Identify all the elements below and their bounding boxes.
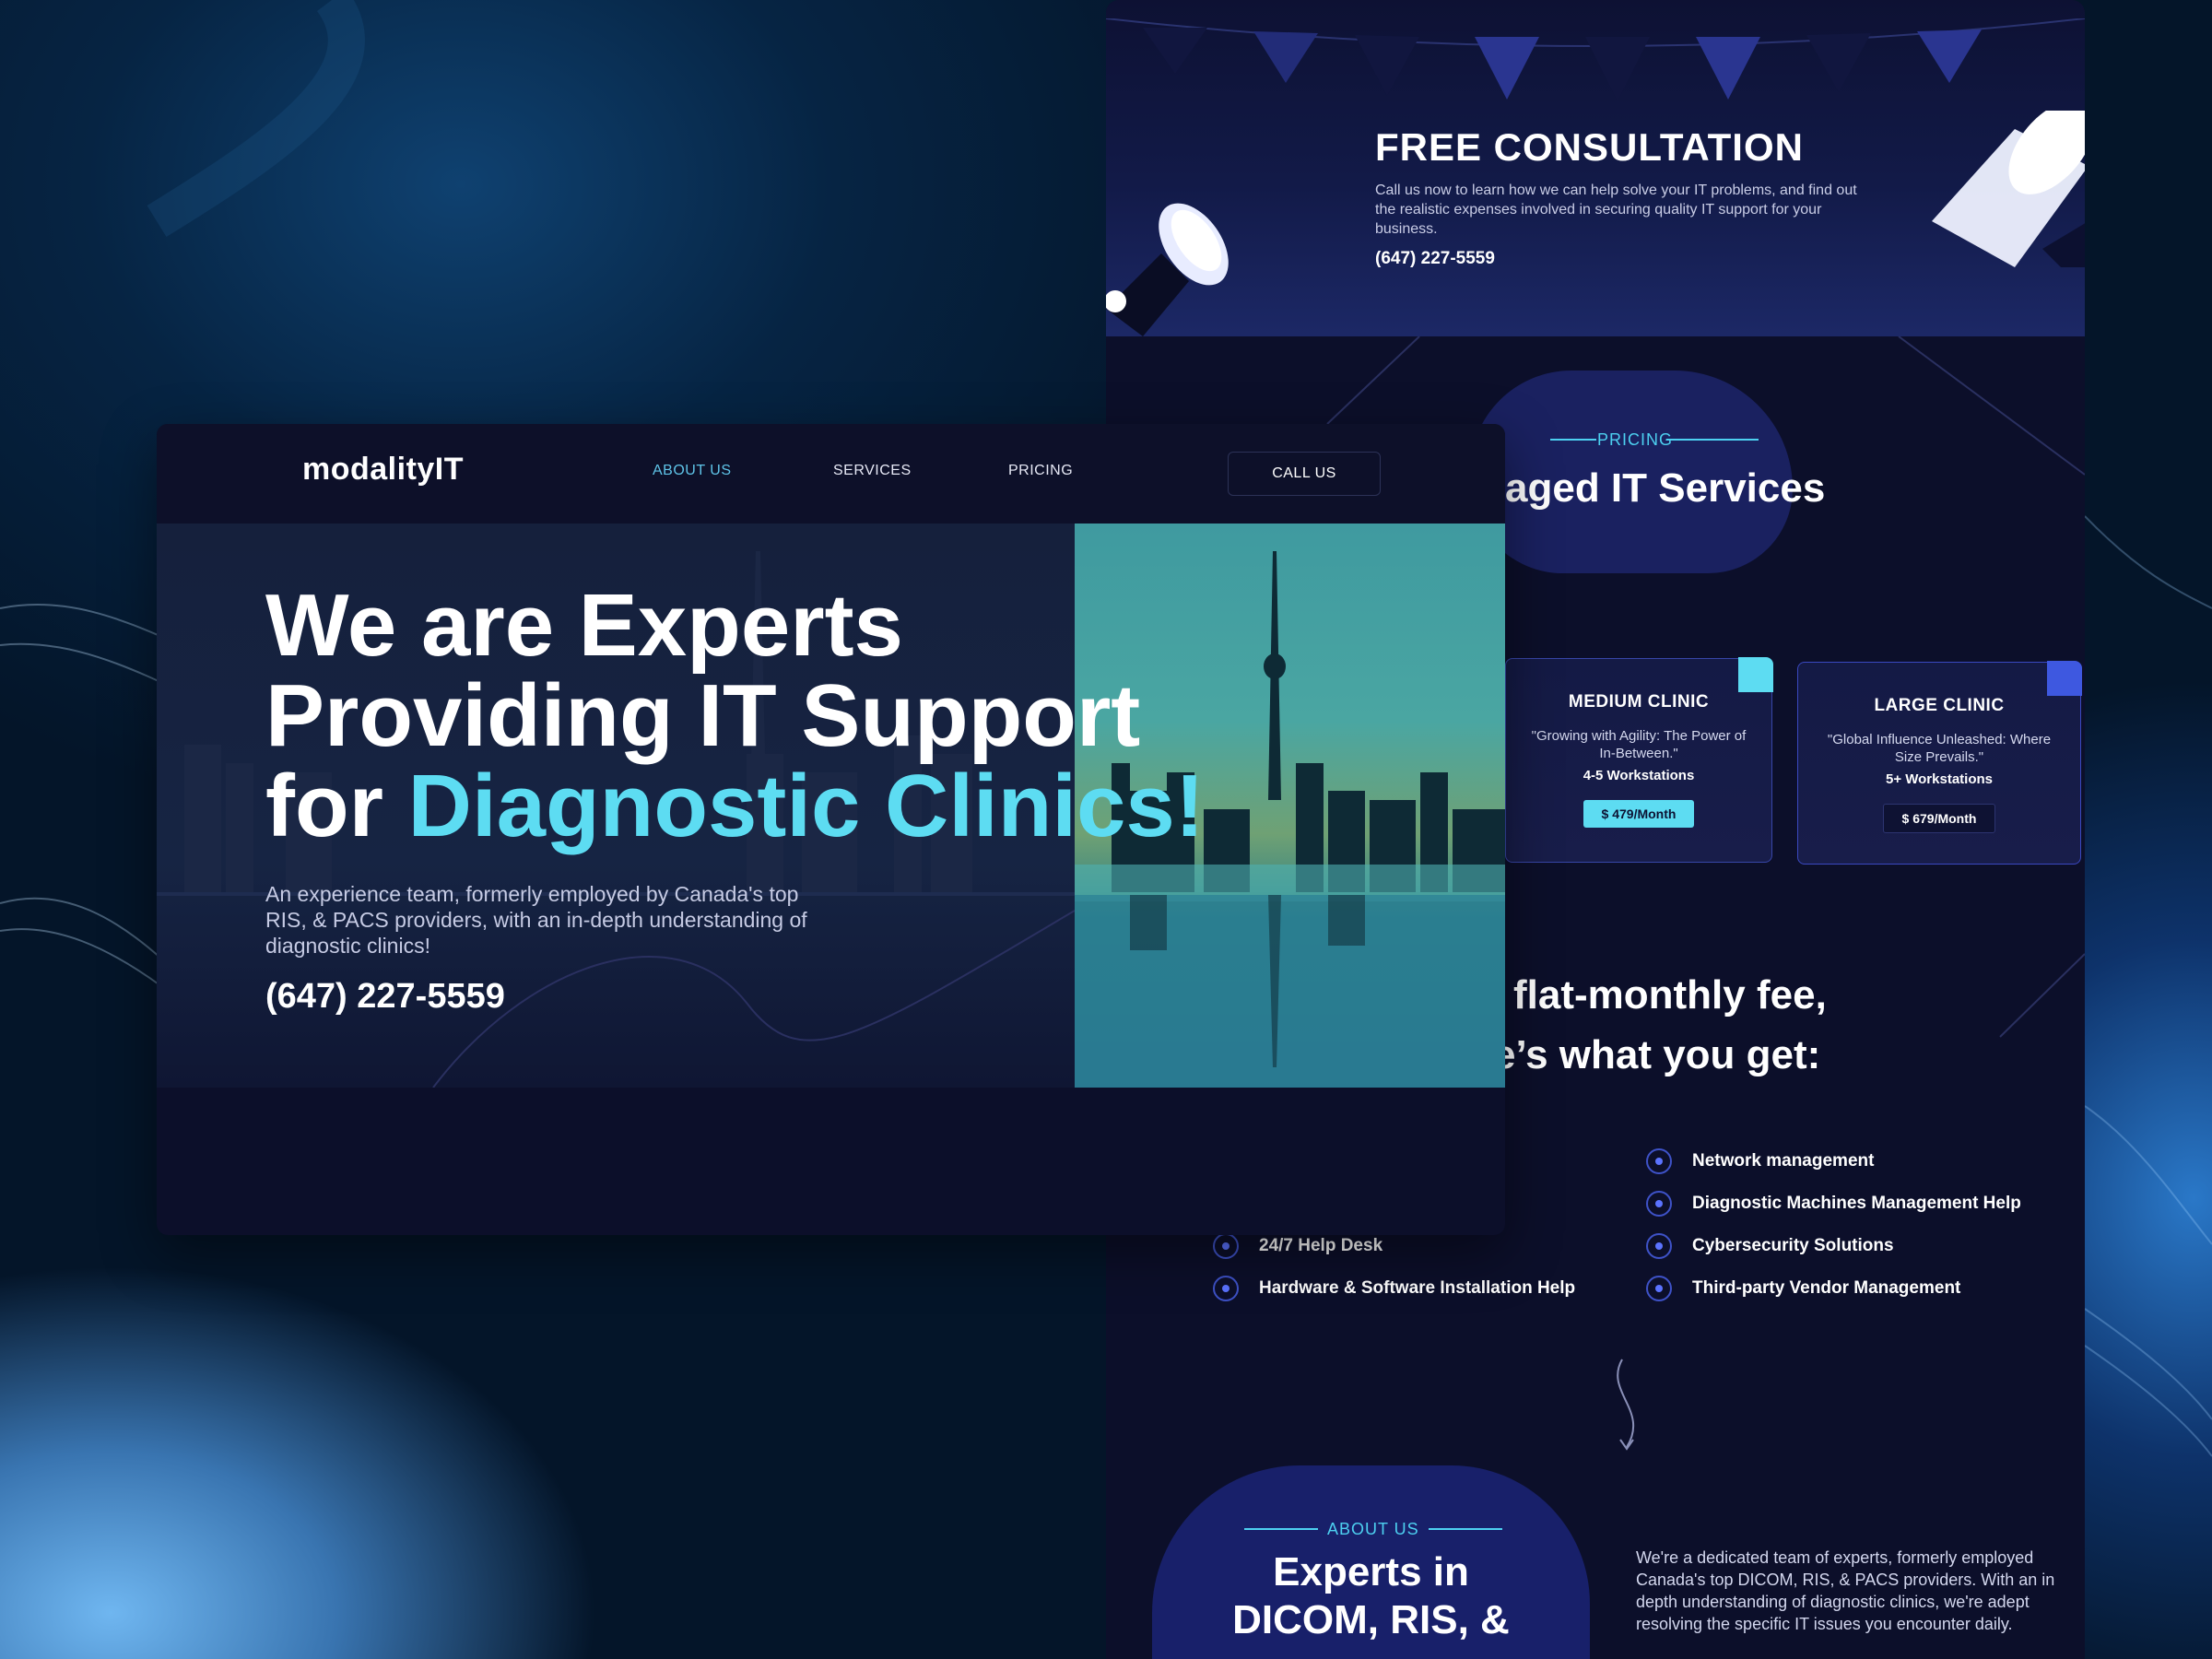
nav-link-about[interactable]: ABOUT US [653, 463, 732, 479]
bullet-icon [1213, 1276, 1239, 1301]
nav-link-pricing[interactable]: PRICING [1008, 463, 1073, 479]
plan-quote: "Growing with Agility: The Power of In-B… [1531, 728, 1747, 761]
fee-heading-line2: e’s what you get: [1493, 1032, 1821, 1077]
consultation-title: FREE CONSULTATION [1375, 125, 1804, 169]
bullet-icon [1646, 1276, 1672, 1301]
pricing-card-large[interactable]: LARGE CLINIC "Global Influence Unleashed… [1797, 661, 2082, 865]
feature-item: Hardware & Software Installation Help [1213, 1276, 1575, 1301]
pricing-card-medium[interactable]: MEDIUM CLINIC "Growing with Agility: The… [1505, 657, 1773, 863]
plan-price-button[interactable]: $ 679/Month [1882, 804, 1996, 833]
eyebrow-line [1244, 1528, 1318, 1530]
plan-name: MEDIUM CLINIC [1568, 692, 1710, 712]
landing-page-front: modalityIT ABOUT US SERVICES PRICING CAL… [157, 424, 1505, 1235]
consultation-phone[interactable]: (647) 227-5559 [1375, 249, 1495, 269]
plan-workstations: 4-5 Workstations [1583, 768, 1695, 783]
bullet-icon [1646, 1233, 1672, 1259]
nav-link-services[interactable]: SERVICES [833, 463, 912, 479]
hero-subtitle: An experience team, formerly employed by… [265, 882, 807, 958]
feature-item: Cybersecurity Solutions [1646, 1233, 1894, 1259]
feature-item: Diagnostic Machines Management Help [1646, 1191, 2021, 1217]
plan-workstations: 5+ Workstations [1885, 771, 1993, 787]
eyebrow-line [1666, 439, 1759, 441]
about-text: We're a dedicated team of experts, forme… [1636, 1548, 2055, 1633]
plan-name: LARGE CLINIC [1874, 696, 2005, 715]
card-corner-accent [1738, 657, 1773, 692]
feature-item: Third-party Vendor Management [1646, 1276, 1960, 1301]
hero-title: We are Experts Providing IT Support for … [265, 576, 1205, 855]
megaphone-icon [1932, 111, 2085, 267]
hero-phone[interactable]: (647) 227-5559 [265, 977, 505, 1017]
card-corner-accent [2047, 661, 2082, 696]
about-heading: Experts in DICOM, RIS, & [1232, 1549, 1510, 1642]
bullet-icon [1646, 1148, 1672, 1174]
top-navigation: modalityIT ABOUT US SERVICES PRICING CAL… [157, 424, 1505, 524]
fee-heading-line1: flat-monthly fee, [1513, 972, 1827, 1018]
megaphone-icon [1106, 203, 1229, 336]
bullet-icon [1646, 1191, 1672, 1217]
bullet-icon [1213, 1233, 1239, 1259]
plan-quote: "Global Influence Unleashed: Where Size … [1827, 732, 2052, 765]
eyebrow-line [1429, 1528, 1502, 1530]
feature-item: 24/7 Help Desk [1213, 1233, 1382, 1259]
call-us-button[interactable]: CALL US [1228, 452, 1381, 496]
squiggle-arrow-icon [1617, 1359, 1634, 1451]
pricing-heading: aged IT Services [1505, 465, 1826, 511]
about-eyebrow: ABOUT US [1327, 1520, 1419, 1538]
hero-title-accent: Diagnostic Clinics! [407, 757, 1205, 855]
logo[interactable]: modalityIT [302, 452, 464, 488]
consultation-text: Call us now to learn how we can help sol… [1375, 182, 1857, 237]
plan-price-button[interactable]: $ 479/Month [1583, 800, 1695, 828]
pricing-eyebrow: PRICING [1597, 430, 1674, 449]
feature-item: Network management [1646, 1148, 1874, 1174]
pennant-bunting [1106, 18, 2085, 101]
eyebrow-line [1550, 439, 1596, 441]
consultation-banner: FREE CONSULTATION Call us now to learn h… [1106, 0, 2085, 336]
